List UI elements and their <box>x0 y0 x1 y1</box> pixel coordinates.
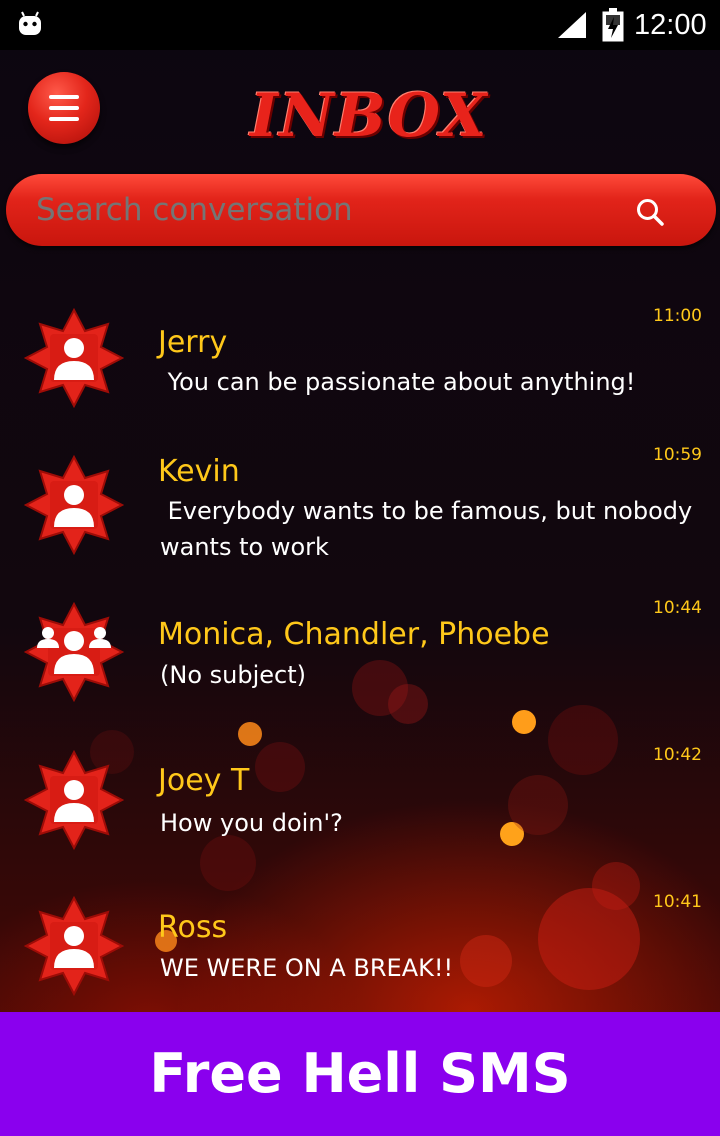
hamburger-menu-icon <box>49 95 79 121</box>
conversation-item[interactable]: 10:42 Joey T How you doin'? <box>0 745 720 860</box>
message-time: 10:59 <box>653 445 702 465</box>
message-snippet: How you doin'? <box>160 809 343 837</box>
status-bar: 12:00 <box>0 0 720 50</box>
page-title: INBOX <box>250 81 488 151</box>
promo-text: Free Hell SMS <box>149 1042 571 1105</box>
conversation-item[interactable]: 11:00 Jerry You can be passionate about … <box>0 306 720 418</box>
conversation-item[interactable]: 10:44 Monica, Chandler, Phoebe (No subje… <box>0 598 720 712</box>
single-contact-icon <box>24 896 124 996</box>
group-contact-icon <box>24 602 124 702</box>
message-time: 10:42 <box>653 745 702 765</box>
message-snippet: You can be passionate about anything! <box>160 368 636 396</box>
menu-button[interactable] <box>28 72 100 144</box>
contact-name: Kevin <box>158 454 240 489</box>
single-contact-icon <box>24 308 124 408</box>
contact-name: Jerry <box>158 325 228 360</box>
message-time: 11:00 <box>653 306 702 326</box>
search-bar[interactable] <box>6 174 716 246</box>
contact-name: Ross <box>158 910 228 945</box>
conversation-item[interactable]: 10:59 Kevin Everybody wants to be famous… <box>0 445 720 575</box>
message-snippet: Everybody wants to be famous, but nobody… <box>160 497 700 561</box>
status-clock: 12:00 <box>634 9 707 41</box>
message-time: 10:41 <box>653 892 702 912</box>
android-notification-icon <box>19 11 41 35</box>
contact-name: Monica, Chandler, Phoebe <box>158 617 550 652</box>
single-contact-icon <box>24 455 124 555</box>
message-snippet: WE WERE ON A BREAK!! <box>160 954 454 982</box>
message-snippet: (No subject) <box>160 661 306 689</box>
contact-name: Joey T <box>158 763 250 798</box>
search-input[interactable] <box>36 184 596 236</box>
message-time: 10:44 <box>653 598 702 618</box>
single-contact-icon <box>24 750 124 850</box>
search-icon[interactable] <box>636 198 664 226</box>
bokeh-light <box>512 710 536 734</box>
conversation-item[interactable]: 10:41 Ross WE WERE ON A BREAK!! <box>0 892 720 1006</box>
battery-charging-icon <box>602 8 624 42</box>
signal-icon <box>558 12 586 38</box>
bokeh-light <box>238 722 262 746</box>
promo-banner[interactable]: Free Hell SMS <box>0 1012 720 1136</box>
